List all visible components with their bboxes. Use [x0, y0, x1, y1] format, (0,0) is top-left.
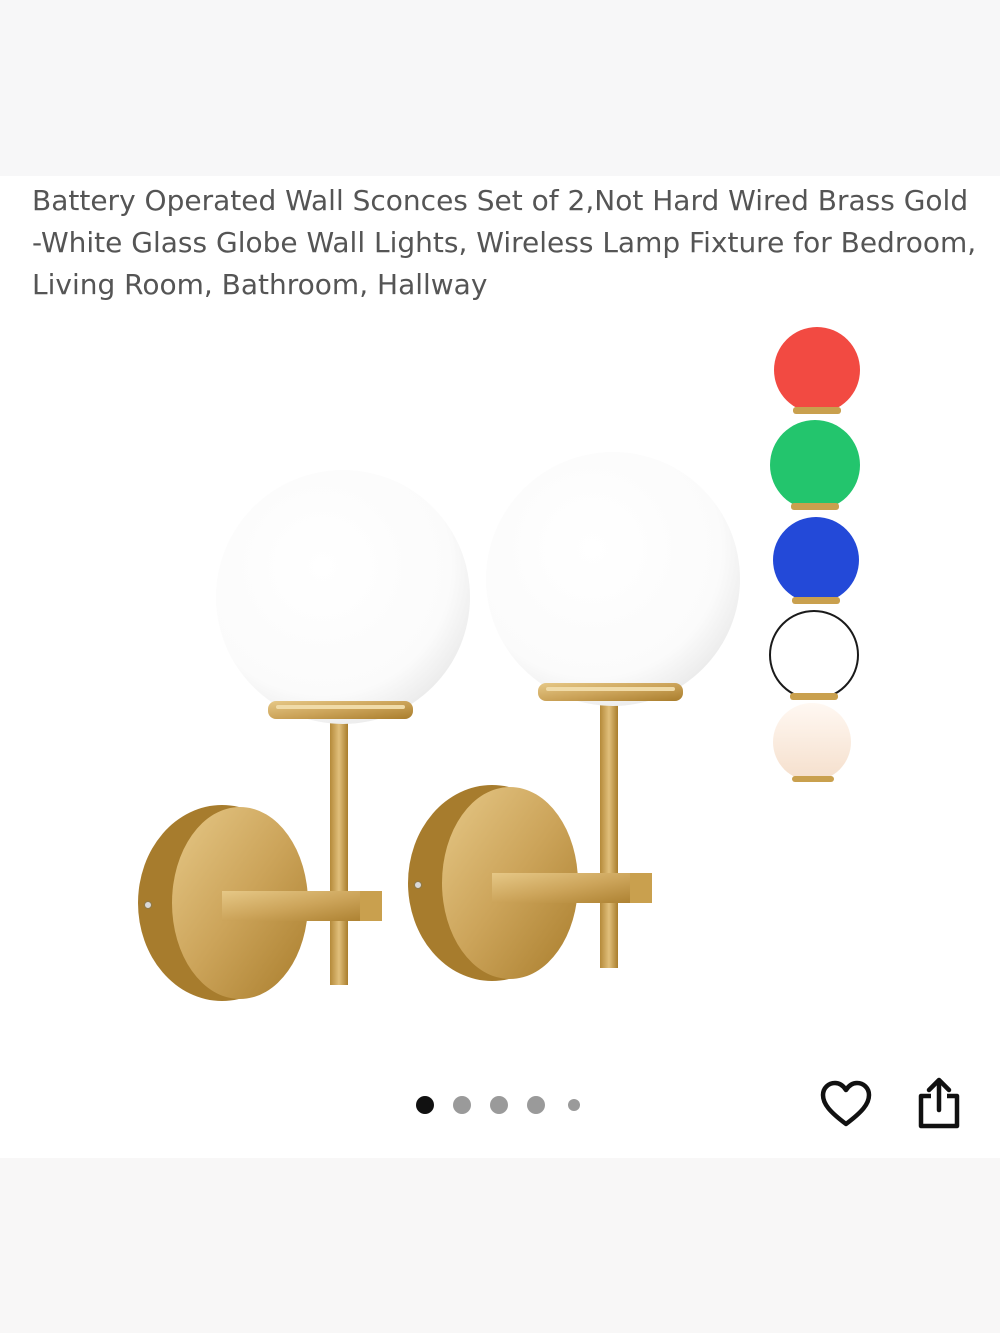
share-button[interactable] [910, 1074, 968, 1132]
glass-globe [216, 470, 470, 724]
sconce-arm [222, 891, 382, 921]
carousel-dot-5[interactable] [568, 1099, 580, 1111]
color-swatch-red [774, 327, 860, 413]
color-swatch-green [770, 420, 860, 510]
swatch-base [792, 597, 840, 604]
swatch-base [792, 776, 834, 782]
color-options [769, 327, 860, 782]
globe-collar [268, 701, 413, 719]
swatch-base [791, 503, 839, 510]
swatch-base [790, 693, 838, 700]
top-background-band [0, 0, 1000, 176]
color-swatch-white [769, 610, 859, 700]
swatch-base [793, 407, 841, 414]
screw [414, 881, 422, 889]
carousel-dot-4[interactable] [527, 1096, 545, 1114]
wishlist-button[interactable] [816, 1076, 876, 1132]
product-image[interactable] [100, 315, 900, 1050]
sconce-rod [330, 710, 348, 985]
arm-end [630, 873, 652, 903]
collar-highlight [276, 705, 405, 709]
carousel-dots[interactable] [410, 1092, 590, 1118]
collar-highlight [546, 687, 675, 691]
glass-globe [486, 452, 740, 706]
arm-end [360, 891, 382, 921]
sconce-rod [600, 693, 618, 968]
right-sconce [408, 452, 740, 981]
carousel-dot-1[interactable] [416, 1096, 434, 1114]
sconce-arm [492, 873, 652, 903]
heart-icon [820, 1080, 872, 1127]
globe-collar [538, 683, 683, 701]
screw [144, 901, 152, 909]
bottom-background-band [0, 1158, 1000, 1333]
carousel-dot-2[interactable] [453, 1096, 471, 1114]
carousel-dot-3[interactable] [490, 1096, 508, 1114]
color-swatch-warm-white [773, 703, 851, 781]
product-title: Battery Operated Wall Sconces Set of 2,N… [32, 184, 977, 301]
color-swatch-blue [773, 517, 859, 603]
share-icon [918, 1077, 960, 1129]
